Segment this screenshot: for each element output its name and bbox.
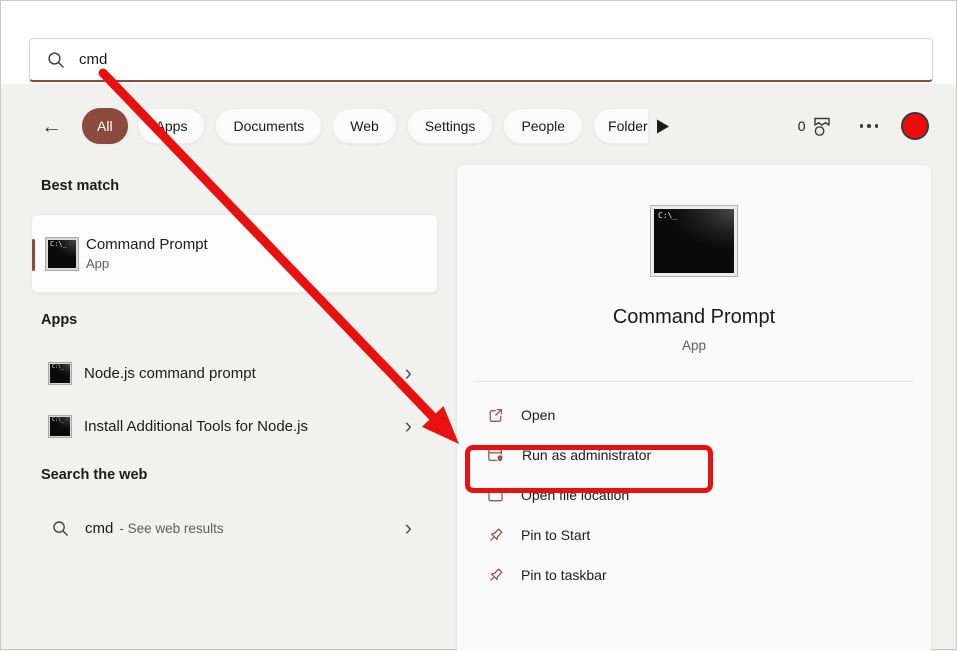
selection-accent-bar [32, 239, 35, 271]
action-open[interactable]: Open [457, 395, 931, 435]
best-match-subtitle: App [86, 256, 110, 271]
preview-subtitle: App [681, 338, 707, 353]
tab-apps[interactable]: Apps [137, 108, 206, 144]
user-avatar[interactable] [901, 112, 929, 140]
apps-heading: Apps [41, 312, 78, 328]
pin-icon [490, 527, 503, 541]
chevron-right-icon[interactable]: › [405, 362, 412, 384]
terminal-icon: C:\_ [48, 361, 72, 385]
search-bar[interactable] [29, 38, 933, 82]
best-match-item[interactable]: C:\_ Command Prompt App [31, 214, 438, 293]
search-input[interactable] [79, 51, 932, 68]
rewards-count: 0 [797, 118, 806, 134]
best-match-heading: Best match [41, 178, 120, 194]
more-options-icon[interactable] [859, 124, 878, 128]
action-pin-to-start[interactable]: Pin to Start [457, 515, 931, 555]
windows-search-panel: { "colors": { "accent_brown": "#8b4a3c",… [0, 0, 957, 651]
folder-icon [488, 489, 503, 501]
chevron-right-icon[interactable]: › [405, 415, 412, 437]
search-header [1, 1, 956, 84]
action-pin-to-taskbar[interactable]: Pin to taskbar [457, 555, 931, 595]
rewards-badge[interactable]: 0 [798, 114, 835, 139]
search-web-heading: Search the web [41, 467, 148, 483]
search-icon [48, 51, 64, 68]
web-search-suffix: - See web results [119, 520, 224, 536]
more-tabs-arrow-icon[interactable] [656, 118, 670, 135]
action-run-as-administrator[interactable]: Run as administrator [457, 435, 931, 475]
list-item-nodejs-command-prompt[interactable]: C:\_ Node.js command prompt › [31, 351, 438, 395]
preview-title: Command Prompt [612, 306, 776, 328]
tab-people[interactable]: People [503, 108, 584, 144]
command-prompt-icon: C:\_ [45, 236, 79, 271]
command-prompt-icon-large: C:\_ [650, 205, 738, 277]
preview-panel: C:\_ Command Prompt App Open Run as admi… [456, 164, 932, 651]
open-external-icon [489, 408, 503, 422]
pin-icon [490, 567, 503, 581]
rewards-medal-icon [813, 117, 830, 136]
search-icon [53, 520, 68, 536]
filter-tabs-row: ← All Apps Documents Web Settings People… [41, 108, 929, 144]
chevron-right-icon[interactable]: › [405, 517, 412, 539]
action-open-file-location[interactable]: Open file location [457, 475, 931, 515]
web-search-query: cmd [85, 519, 114, 537]
tab-folders[interactable]: Folders [593, 108, 649, 144]
terminal-icon: C:\_ [48, 414, 72, 438]
list-item-install-tools-nodejs[interactable]: C:\_ Install Additional Tools for Node.j… [31, 404, 438, 448]
best-match-title: Command Prompt [86, 236, 208, 253]
tab-web[interactable]: Web [332, 108, 397, 144]
divider [474, 381, 914, 382]
tab-settings[interactable]: Settings [406, 108, 494, 144]
list-item-web-search[interactable]: cmd - See web results › [31, 506, 438, 550]
actions-list: Open Run as administrator Open file loca… [457, 395, 931, 595]
tab-documents[interactable]: Documents [215, 108, 323, 144]
run-as-admin-shield-icon [488, 448, 504, 463]
back-arrow-icon[interactable]: ← [41, 116, 62, 137]
tab-all[interactable]: All [82, 108, 128, 144]
